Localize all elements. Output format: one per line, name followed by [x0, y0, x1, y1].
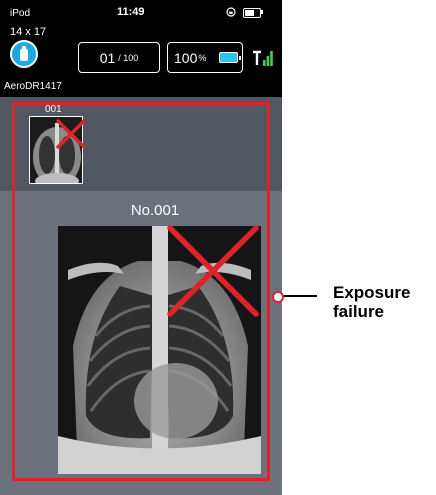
detector-device-icon[interactable]	[10, 40, 38, 68]
clock: 11:49	[117, 6, 145, 18]
battery-value: 100	[174, 49, 198, 66]
cassette-size-label: 14 x 17	[10, 26, 47, 38]
exposure-counter: 01 / 100	[78, 42, 160, 73]
status-battery-tip	[261, 10, 263, 14]
highlight-frame	[12, 102, 270, 481]
device-name: AeroDR1417	[4, 81, 62, 92]
status-battery-icon	[243, 8, 261, 18]
exposure-count-current: 01	[99, 49, 116, 66]
carrier-label: iPod	[10, 8, 31, 19]
exposure-failure-callout: Exposure failure	[333, 283, 410, 321]
detector-battery-indicator: 100 %	[167, 42, 243, 73]
lock-rotation-icon	[226, 7, 236, 17]
battery-unit: %	[198, 52, 207, 63]
callout-leader-line	[283, 295, 317, 297]
callout-line-1: Exposure	[333, 283, 411, 302]
detector-battery-icon	[219, 52, 238, 63]
signal-strength-icon	[253, 50, 273, 66]
callout-line-2: failure	[333, 302, 385, 321]
detector-battery-tip	[239, 56, 241, 60]
callout-leader-dot	[272, 291, 284, 303]
header-bar: iPod 11:49 14 x 17 01 / 100 100 % AeroDR…	[0, 0, 282, 97]
exposure-count-total: / 100	[118, 52, 139, 63]
